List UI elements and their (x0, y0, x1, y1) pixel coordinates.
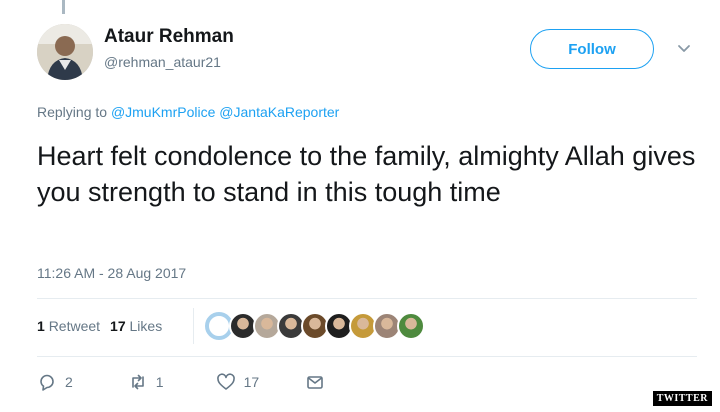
like-count: 17 (110, 318, 126, 334)
like-label: Likes (129, 318, 163, 334)
divider (193, 308, 194, 344)
author-avatar[interactable] (37, 24, 93, 80)
like-count-stat[interactable]: 17 Likes (110, 318, 162, 334)
divider (37, 298, 697, 299)
follow-button[interactable]: Follow (530, 29, 654, 69)
reply-context-prefix: Replying to (37, 104, 108, 120)
retweet-count-stat[interactable]: 1 Retweet (37, 318, 100, 334)
tweet-actions: 2 1 17 (37, 372, 325, 392)
like-button[interactable]: 17 (216, 372, 260, 392)
envelope-icon (307, 376, 323, 389)
author-name[interactable]: Ataur Rehman (104, 26, 234, 48)
watermark-badge: TWITTER (652, 391, 712, 406)
reply-icon (40, 374, 54, 391)
tweet-timestamp[interactable]: 11:26 AM - 28 Aug 2017 (37, 265, 186, 281)
reply-count: 2 (65, 374, 73, 390)
author-handle[interactable]: @rehman_ataur21 (104, 54, 221, 70)
retweet-icon (131, 374, 144, 390)
like-action-count: 17 (243, 374, 260, 390)
liker-avatar[interactable] (397, 312, 425, 340)
thread-connector-line (62, 0, 65, 14)
chevron-down-icon[interactable] (676, 40, 692, 56)
liker-avatars (205, 312, 425, 340)
mention-link[interactable]: @JmuKmrPolice (111, 104, 215, 120)
retweet-action-count: 1 (155, 374, 164, 390)
retweet-label: Retweet (48, 318, 101, 334)
reply-button[interactable]: 2 (37, 372, 73, 392)
tweet-text: Heart felt condolence to the family, alm… (37, 141, 696, 207)
divider (37, 356, 697, 357)
mention-link[interactable]: @JantaKaReporter (219, 104, 339, 120)
retweet-count: 1 (37, 318, 45, 334)
direct-message-button[interactable] (305, 372, 325, 392)
engagement-stats: 1 Retweet 17 Likes (37, 318, 162, 334)
retweet-button[interactable]: 1 (128, 372, 164, 392)
author-photo (37, 24, 93, 80)
reply-context: Replying to @JmuKmrPolice @JantaKaReport… (37, 104, 339, 120)
heart-icon (216, 373, 235, 390)
